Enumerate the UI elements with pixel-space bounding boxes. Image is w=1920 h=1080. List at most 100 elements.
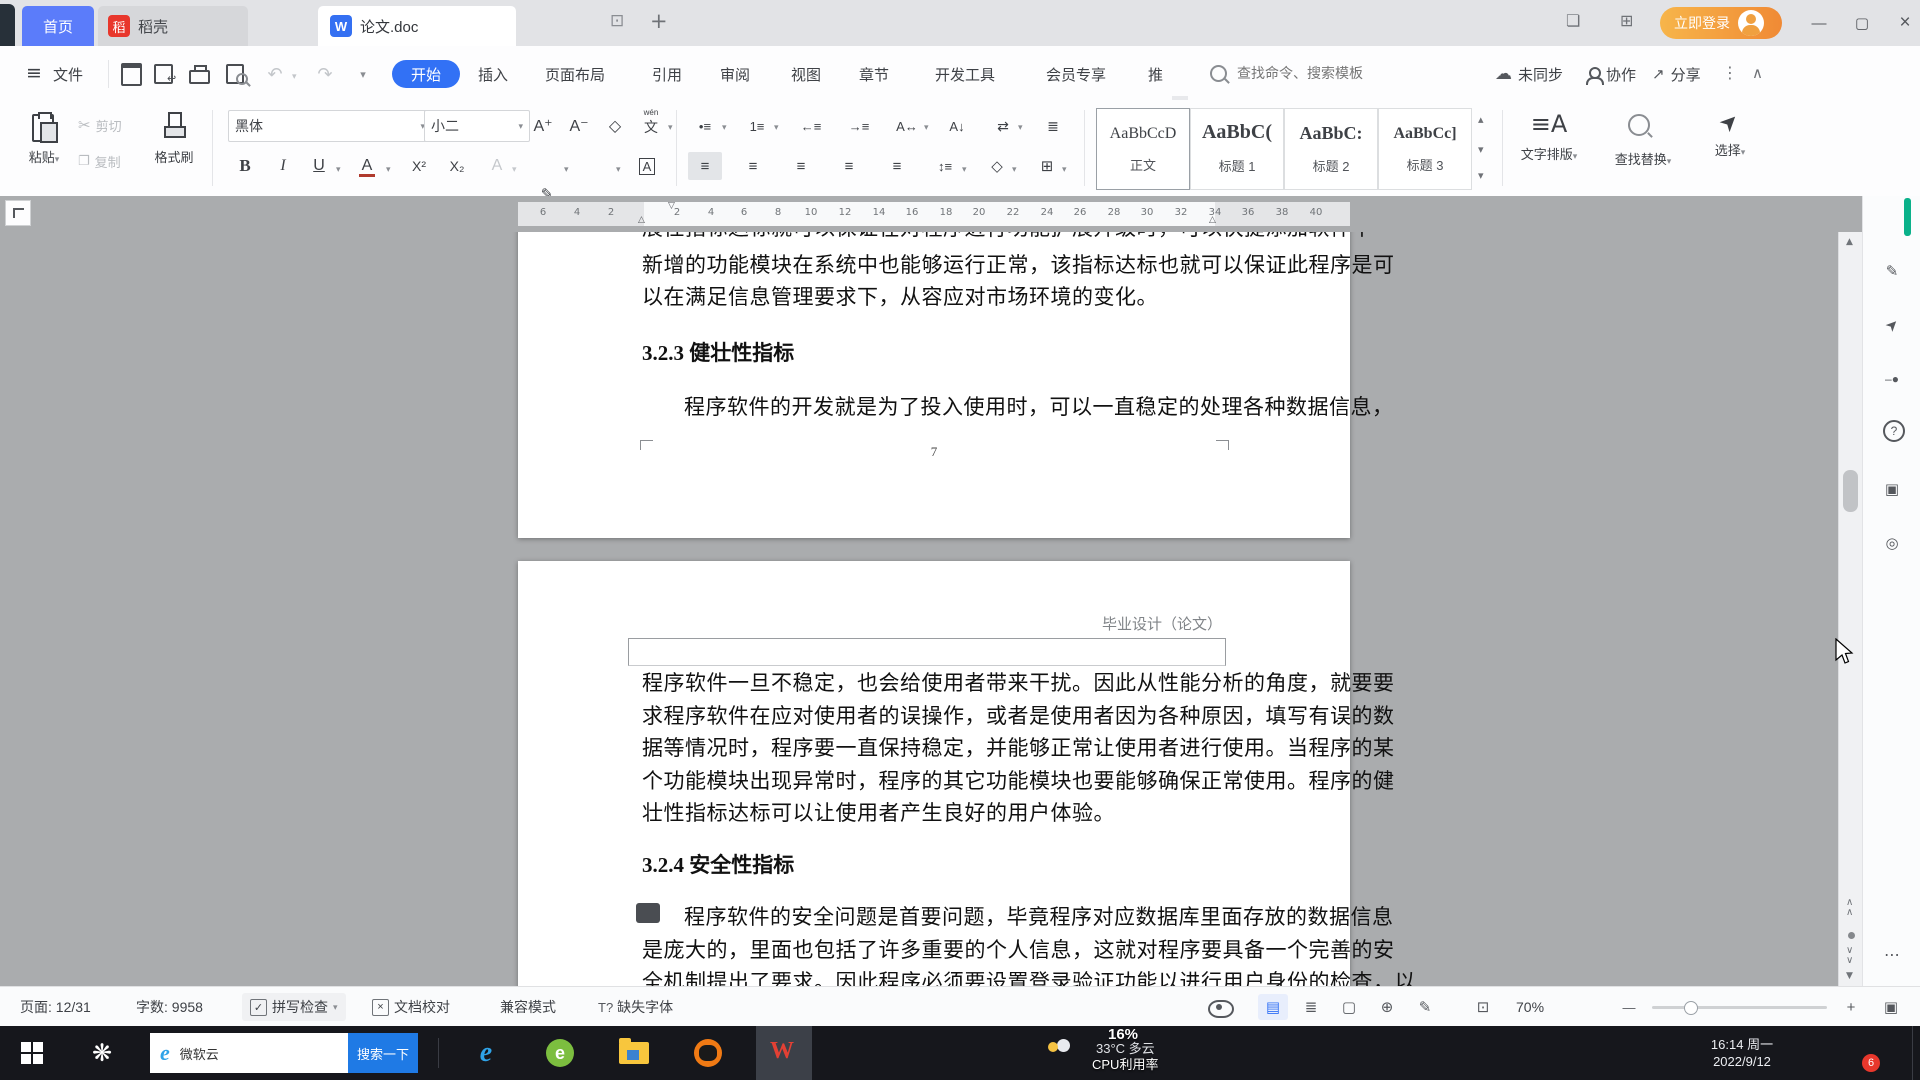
pointer-tool-icon[interactable]: ➤ bbox=[1874, 307, 1911, 344]
show-desktop-strip[interactable] bbox=[1912, 1026, 1913, 1080]
style-heading3[interactable]: AaBbCc] 标题 3 bbox=[1378, 108, 1472, 190]
increase-indent-icon[interactable]: →≡ bbox=[842, 112, 876, 140]
tab-document[interactable]: W 论文.doc bbox=[318, 6, 516, 46]
borders-icon[interactable]: ⊞ bbox=[1030, 152, 1064, 180]
start-button[interactable] bbox=[12, 1033, 52, 1073]
styles-scroll-down-icon[interactable]: ▾ bbox=[1478, 144, 1484, 155]
style-heading2[interactable]: AaBbC: 标题 2 bbox=[1284, 108, 1378, 190]
zoom-out-icon[interactable]: — bbox=[1614, 994, 1644, 1020]
text-direction-icon[interactable]: ⇄ bbox=[986, 112, 1020, 140]
align-left-icon[interactable]: ≡ bbox=[688, 152, 722, 180]
numbered-list-icon[interactable]: 1≡ bbox=[740, 112, 774, 140]
tab-stops-icon[interactable]: ≣ bbox=[1036, 112, 1070, 140]
styles-more-icon[interactable]: ▾ bbox=[1478, 170, 1484, 181]
shading-icon[interactable]: ◇ bbox=[980, 152, 1014, 180]
menu-tab-insert[interactable]: 插入 bbox=[478, 60, 508, 88]
menu-tab-devtools[interactable]: 开发工具 bbox=[935, 60, 995, 88]
share-button[interactable]: ↗ 分享 bbox=[1652, 60, 1701, 88]
char-border-icon[interactable]: A bbox=[634, 154, 660, 178]
numbering-dropdown-icon[interactable]: ▾ bbox=[774, 122, 779, 133]
sync-status[interactable]: ☁ 未同步 bbox=[1495, 60, 1563, 88]
browse-object-icon[interactable] bbox=[1848, 932, 1855, 939]
hanging-indent-marker[interactable]: △ bbox=[638, 214, 645, 225]
undo-dropdown-icon[interactable]: ▾ bbox=[292, 71, 297, 82]
export-icon[interactable]: ↩ bbox=[150, 61, 176, 87]
command-search[interactable] bbox=[1210, 58, 1500, 88]
menu-tab-home[interactable]: 开始 bbox=[392, 60, 460, 88]
eye-protect-icon[interactable] bbox=[1208, 1000, 1234, 1018]
font-color-dropdown-icon[interactable]: ▾ bbox=[616, 164, 621, 175]
save-icon[interactable] bbox=[118, 61, 144, 87]
select-button[interactable]: ➤ 选择▾ bbox=[1700, 108, 1760, 159]
redo-icon[interactable]: ↷ bbox=[312, 61, 338, 87]
window-layout-icon[interactable]: ❏ bbox=[1566, 13, 1580, 29]
ink-annotate-icon[interactable]: ✎ bbox=[1879, 258, 1905, 284]
strikethrough-dropdown-icon[interactable]: ▾ bbox=[386, 164, 391, 175]
navigation-pin-icon[interactable]: ◎ bbox=[1879, 530, 1905, 556]
right-indent-marker[interactable]: △ bbox=[1209, 214, 1216, 225]
text-layout-button[interactable]: ≡A 文字排版▾ bbox=[1514, 108, 1584, 163]
taskbar-browser360-icon[interactable]: e bbox=[540, 1033, 580, 1073]
taskbar-search-input[interactable] bbox=[178, 1045, 312, 1062]
taskbar-cat-app-icon[interactable] bbox=[688, 1033, 728, 1073]
quickbar-more-icon[interactable]: ▾ bbox=[350, 61, 376, 87]
highlight-dropdown-icon[interactable]: ▾ bbox=[564, 164, 569, 175]
view-web-icon[interactable]: ⊕ bbox=[1372, 994, 1402, 1020]
undo-icon[interactable]: ↶ bbox=[262, 61, 288, 87]
underline-icon[interactable]: U bbox=[302, 152, 336, 180]
font-size-select[interactable]: 小二 ▾ bbox=[424, 110, 530, 142]
prev-page-icon[interactable]: ∧∧ bbox=[1846, 898, 1853, 918]
spell-check-toggle[interactable]: ✓ 拼写检查▾ bbox=[242, 993, 346, 1021]
view-page-icon[interactable]: ▤ bbox=[1258, 994, 1288, 1020]
menu-tab-overflow[interactable]: 推 bbox=[1148, 60, 1163, 88]
char-scale-dropdown-icon[interactable]: ▾ bbox=[924, 122, 929, 133]
italic-icon[interactable]: I bbox=[266, 152, 300, 180]
find-replace-button[interactable]: 查找替换▾ bbox=[1600, 108, 1686, 168]
collapse-ribbon-icon[interactable]: ∧ bbox=[1752, 66, 1763, 81]
increase-font-icon[interactable]: A⁺ bbox=[526, 112, 560, 140]
underline-dropdown-icon[interactable]: ▾ bbox=[336, 164, 341, 175]
word-count[interactable]: 字数: 9958 bbox=[136, 987, 203, 1027]
align-justify-icon[interactable]: ≡ bbox=[832, 152, 866, 180]
menu-tab-layout[interactable]: 页面布局 bbox=[545, 60, 605, 88]
compat-mode-label[interactable]: 兼容模式 bbox=[500, 987, 556, 1027]
document-page-2[interactable]: 毕业设计（论文） 程序软件一旦不稳定，也会给使用者带来干扰。因此从性能分析的角度… bbox=[518, 561, 1350, 986]
zoom-slider[interactable] bbox=[1652, 1006, 1827, 1009]
decrease-font-icon[interactable]: A⁻ bbox=[562, 112, 596, 140]
image-tool-icon[interactable]: ▣ bbox=[1879, 476, 1905, 502]
view-read-icon[interactable]: ▢ bbox=[1334, 994, 1364, 1020]
document-page-1[interactable]: 展性指标达标就可以保证在对程序进行功能扩展升级时，可以快捷添加软件中 新增的功能… bbox=[518, 232, 1350, 538]
clear-format-icon[interactable]: ◇ bbox=[598, 112, 632, 140]
next-page-icon[interactable]: ∨∨ bbox=[1846, 946, 1853, 966]
menu-tab-member[interactable]: 会员专享 bbox=[1046, 60, 1106, 88]
align-right-icon[interactable]: ≡ bbox=[784, 152, 818, 180]
tab-docer[interactable]: 稻 稻壳 bbox=[98, 6, 248, 46]
taskbar-clock[interactable]: 16:14 周一 2022/9/12 bbox=[1692, 1036, 1792, 1070]
missing-font-button[interactable]: T? 缺失字体 bbox=[598, 987, 673, 1027]
fullscreen-icon[interactable]: ▣ bbox=[1876, 994, 1906, 1020]
taskbar-search-button[interactable]: 搜索一下 bbox=[348, 1033, 418, 1073]
more-menu-icon[interactable]: ⋮ bbox=[1722, 65, 1738, 81]
view-outline-icon[interactable]: ≣ bbox=[1296, 994, 1326, 1020]
proofread-button[interactable]: × 文档校对 bbox=[372, 987, 450, 1027]
scrollbar-thumb[interactable] bbox=[1843, 470, 1858, 512]
format-painter-button[interactable]: 格式刷 bbox=[148, 108, 200, 188]
styles-scroll-up-icon[interactable]: ▴ bbox=[1478, 114, 1484, 125]
line-spacing-icon[interactable]: ↕≡ bbox=[928, 152, 962, 180]
align-center-icon[interactable]: ≡ bbox=[736, 152, 770, 180]
copy-button[interactable]: ❐ 复制 bbox=[78, 152, 121, 171]
menu-tab-review[interactable]: 审阅 bbox=[720, 60, 750, 88]
menu-file[interactable]: 文件 bbox=[53, 60, 83, 88]
login-button[interactable]: 立即登录 bbox=[1660, 7, 1782, 39]
fit-page-icon[interactable]: ⊡ bbox=[1468, 994, 1498, 1020]
subscript-icon[interactable]: X₂ bbox=[440, 152, 474, 180]
bold-icon[interactable]: B bbox=[228, 152, 262, 180]
hamburger-icon[interactable]: ≡ bbox=[26, 64, 42, 83]
tab-selector[interactable] bbox=[5, 200, 31, 226]
zoom-value[interactable]: 70% bbox=[1516, 987, 1544, 1027]
new-tab-button[interactable]: + bbox=[650, 11, 668, 32]
ruler-strip[interactable]: 6 4 2 2 4 6 8 10 12 14 16 18 20 22 24 26… bbox=[518, 202, 1350, 226]
char-scale-icon[interactable]: A↔ bbox=[890, 112, 924, 140]
line-spacing-dropdown-icon[interactable]: ▾ bbox=[962, 164, 967, 175]
sidebar-more-icon[interactable]: ⋯ bbox=[1879, 942, 1905, 968]
